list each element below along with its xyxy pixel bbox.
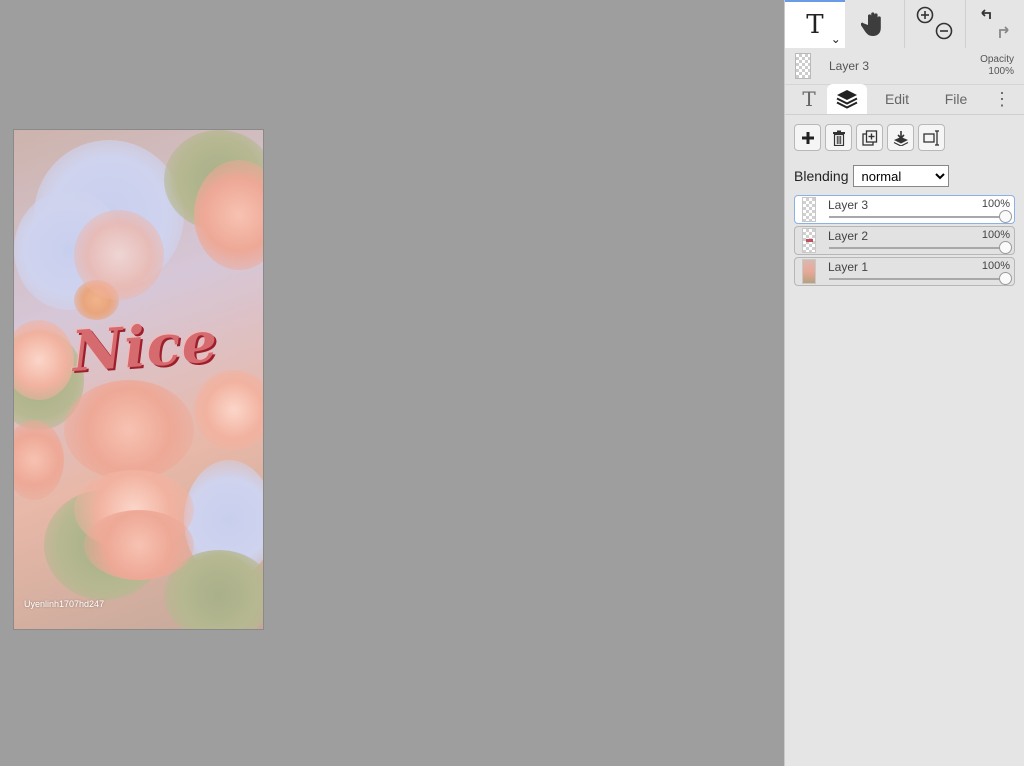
layer-thumbnail: [802, 197, 816, 222]
text-tool-button[interactable]: T ⌄: [785, 0, 845, 48]
layer-name: Layer 2: [828, 229, 869, 243]
tab-text[interactable]: T: [791, 84, 827, 114]
slider-handle[interactable]: [999, 272, 1012, 285]
chevron-down-icon[interactable]: ⌄: [831, 32, 841, 46]
canvas-text-nice[interactable]: Nice: [70, 309, 220, 385]
blossom: [194, 370, 263, 450]
slider-handle[interactable]: [999, 210, 1012, 223]
layer-properties-icon: [922, 129, 939, 146]
layer-opacity-slider[interactable]: [829, 272, 1012, 285]
slider-handle[interactable]: [999, 241, 1012, 254]
blossom: [14, 420, 64, 500]
zoom-buttons: [904, 0, 967, 48]
tab-file[interactable]: File: [927, 84, 985, 114]
layer-thumbnail: [802, 259, 816, 284]
layer-name: Layer 1: [828, 260, 869, 274]
layer-thumbnail: [802, 228, 816, 253]
layer-name: Layer 3: [828, 198, 869, 212]
add-layer-button[interactable]: [794, 124, 821, 151]
opacity-label: Opacity: [980, 54, 1014, 65]
trash-icon: [832, 130, 845, 146]
blending-label: Blending: [794, 168, 849, 184]
layer-row-1[interactable]: Layer 1 100%: [794, 257, 1015, 286]
merge-down-button[interactable]: [887, 124, 914, 151]
zoom-in-icon[interactable]: [913, 4, 957, 44]
watermark-text: Uyenlinh1707hd247: [24, 599, 105, 609]
blossom: [84, 510, 194, 580]
hand-icon: [861, 12, 881, 36]
layer-properties-button[interactable]: [918, 124, 945, 151]
side-panel: T ⌄ Layer 3 Opacity 100% T Edit File ⋮ B…: [784, 0, 1024, 766]
current-layer-name: Layer 3: [829, 59, 870, 73]
blending-row: Blending normal: [785, 159, 1024, 191]
layer-opacity-slider[interactable]: [829, 210, 1012, 223]
duplicate-icon: [861, 129, 877, 146]
undo-icon[interactable]: [973, 4, 1017, 44]
layer-list: Layer 3 100% Layer 2 100% Layer 1 100%: [785, 191, 1024, 286]
delete-layer-button[interactable]: [825, 124, 852, 151]
layer-actions: [785, 115, 1024, 159]
layer-row-3[interactable]: Layer 3 100%: [794, 195, 1015, 224]
text-tool-icon: T: [806, 10, 824, 40]
toolbar: T ⌄: [785, 0, 1024, 48]
image-canvas[interactable]: Nice Uyenlinh1707hd247: [13, 129, 264, 630]
duplicate-layer-button[interactable]: [856, 124, 883, 151]
blending-select[interactable]: normal: [852, 165, 949, 187]
plus-icon: [801, 131, 814, 144]
merge-down-icon: [893, 130, 908, 146]
tab-layers[interactable]: [827, 84, 867, 114]
current-layer-info: Layer 3 Opacity 100%: [785, 48, 1024, 85]
layer-opacity-slider[interactable]: [829, 241, 1012, 254]
layer-opacity-value: 100%: [981, 229, 1010, 241]
panel-tabs: T Edit File ⋮: [785, 84, 1024, 115]
tab-edit[interactable]: Edit: [867, 84, 927, 114]
current-layer-thumbnail: [795, 53, 811, 79]
layers-icon: [836, 90, 858, 109]
blossom: [74, 210, 164, 300]
opacity-value: 100%: [988, 66, 1014, 77]
hand-tool-button[interactable]: [844, 0, 905, 48]
blossom: [64, 380, 194, 480]
layer-opacity-value: 100%: [981, 198, 1010, 210]
layer-opacity-value: 100%: [981, 260, 1010, 272]
current-layer-opacity: Opacity 100%: [980, 54, 1014, 78]
more-menu-icon[interactable]: ⋮: [985, 84, 1019, 114]
undo-redo-buttons: [966, 0, 1024, 48]
workspace[interactable]: Nice Uyenlinh1707hd247: [0, 0, 784, 766]
layer-row-2[interactable]: Layer 2 100%: [794, 226, 1015, 255]
